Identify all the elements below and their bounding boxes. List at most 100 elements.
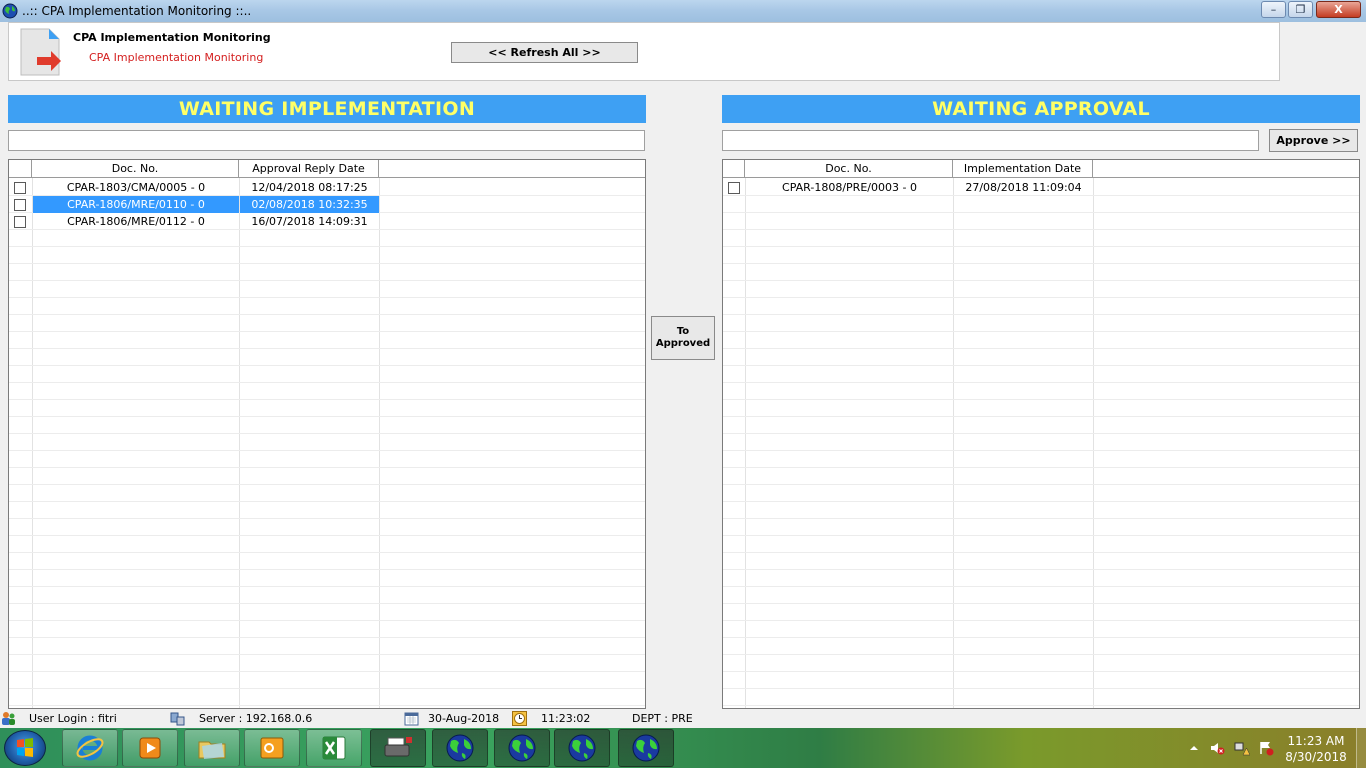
date-cell: 27/08/2018 11:09:04	[965, 181, 1082, 194]
tray-clock[interactable]: 11:23 AM 8/30/2018	[1284, 733, 1348, 765]
row-checkbox[interactable]	[14, 216, 26, 228]
folder-icon	[198, 741, 226, 759]
taskbar-windows-explorer[interactable]	[184, 729, 240, 767]
grid-header: Doc. No. Approval Reply Date	[9, 160, 645, 178]
date-status: 30-Aug-2018	[428, 712, 500, 725]
excel-icon	[322, 736, 346, 760]
dept-status: DEPT : PRE	[632, 712, 693, 725]
header-checkbox-column[interactable]	[9, 160, 32, 178]
column-doc-no[interactable]: Doc. No.	[32, 160, 239, 178]
taskbar-internet-explorer[interactable]	[62, 729, 118, 767]
waiting-approval-heading: WAITING APPROVAL	[722, 95, 1360, 123]
row-checkbox[interactable]	[728, 182, 740, 194]
grid-row-line	[9, 263, 645, 264]
taskbar-excel[interactable]	[306, 729, 362, 767]
grid-row-line	[723, 552, 1359, 553]
taskbar-cpa-app-3[interactable]	[554, 729, 610, 767]
row-checkbox[interactable]	[14, 182, 26, 194]
time-status: 11:23:02	[541, 712, 591, 725]
start-button[interactable]	[4, 730, 46, 766]
column-implementation-date[interactable]: Implementation Date	[953, 160, 1093, 178]
grid-row-line	[723, 467, 1359, 468]
table-row[interactable]: CPAR-1808/PRE/0003 - 0 27/08/2018 11:09:…	[723, 179, 1359, 196]
grid-row-line	[9, 382, 645, 383]
maximize-button[interactable]: ❐	[1288, 1, 1313, 18]
grid-row-line	[9, 637, 645, 638]
to-approved-button[interactable]: To Approved	[651, 316, 715, 360]
taskbar-printer[interactable]	[370, 729, 426, 767]
grid-row-line	[9, 705, 645, 706]
media-player-icon	[139, 737, 161, 759]
calendar-icon	[404, 712, 419, 726]
action-center-icon[interactable]	[1258, 740, 1274, 756]
grid-row-line	[9, 603, 645, 604]
grid-row-line	[723, 348, 1359, 349]
grid-row-line	[723, 620, 1359, 621]
taskbar-outlook[interactable]	[244, 729, 300, 767]
date-cell: 16/07/2018 14:09:31	[251, 215, 368, 228]
grid-row-line	[723, 603, 1359, 604]
grid-row-line	[723, 416, 1359, 417]
grid-row-line	[723, 280, 1359, 281]
doc-no-cell: CPAR-1808/PRE/0003 - 0	[782, 181, 917, 194]
show-desktop-button[interactable]	[1356, 728, 1366, 768]
window-title: ..:: CPA Implementation Monitoring ::..	[22, 4, 252, 18]
clock-date: 8/30/2018	[1285, 750, 1347, 764]
row-checkbox[interactable]	[14, 199, 26, 211]
taskbar: 11:23 AM 8/30/2018	[0, 728, 1366, 768]
approval-filter-input[interactable]	[722, 130, 1259, 151]
grid-row-line	[9, 246, 645, 247]
taskbar-cpa-app-4[interactable]	[618, 729, 674, 767]
grid-row-line	[9, 654, 645, 655]
grid-row-line	[9, 416, 645, 417]
grid-row-line	[723, 688, 1359, 689]
volume-muted-icon[interactable]	[1209, 740, 1225, 756]
users-icon	[2, 712, 15, 725]
grid-row-line	[723, 535, 1359, 536]
clock-icon	[512, 711, 527, 726]
grid-row-line	[723, 297, 1359, 298]
column-approval-reply-date[interactable]: Approval Reply Date	[239, 160, 379, 178]
document-arrow-icon	[20, 28, 61, 76]
grid-row-line	[723, 501, 1359, 502]
implementation-filter-input[interactable]	[8, 130, 645, 151]
grid-row-line	[723, 246, 1359, 247]
globe-icon	[446, 734, 474, 762]
approve-button[interactable]: Approve >>	[1269, 129, 1358, 152]
header-checkbox-column[interactable]	[723, 160, 745, 178]
grid-row-line	[9, 331, 645, 332]
printer-icon	[384, 737, 412, 757]
taskbar-media-player[interactable]	[122, 729, 178, 767]
minimize-button[interactable]: –	[1261, 1, 1286, 18]
header-subtitle: CPA Implementation Monitoring	[89, 51, 264, 64]
grid-row-line	[723, 399, 1359, 400]
taskbar-cpa-app-1[interactable]	[432, 729, 488, 767]
implementation-grid[interactable]: Doc. No. Approval Reply Date CPAR-1803/C…	[8, 159, 646, 709]
table-row[interactable]: CPAR-1806/MRE/0110 - 0 02/08/2018 10:32:…	[9, 196, 645, 213]
to-approved-label-line1: To	[676, 326, 690, 337]
table-row[interactable]: CPAR-1806/MRE/0112 - 0 16/07/2018 14:09:…	[9, 213, 645, 230]
title-bar: ..:: CPA Implementation Monitoring ::.. …	[0, 0, 1366, 22]
waiting-implementation-heading: WAITING IMPLEMENTATION	[8, 95, 646, 123]
windows-logo-icon	[17, 738, 33, 757]
tray-overflow-icon[interactable]	[1186, 740, 1202, 756]
taskbar-cpa-app-2[interactable]	[494, 729, 550, 767]
grid-header: Doc. No. Implementation Date	[723, 160, 1359, 178]
refresh-all-button[interactable]: << Refresh All >>	[451, 42, 638, 63]
grid-row-line	[723, 331, 1359, 332]
grid-row-line	[9, 433, 645, 434]
network-warning-icon[interactable]	[1234, 740, 1250, 756]
table-row[interactable]: CPAR-1803/CMA/0005 - 0 12/04/2018 08:17:…	[9, 179, 645, 196]
doc-no-cell: CPAR-1806/MRE/0112 - 0	[67, 215, 205, 228]
column-doc-no[interactable]: Doc. No.	[745, 160, 953, 178]
grid-row-line	[9, 586, 645, 587]
grid-row-line	[9, 552, 645, 553]
grid-row-line	[9, 467, 645, 468]
to-approved-label-line2: Approved	[655, 338, 711, 349]
grid-row-line	[9, 671, 645, 672]
grid-row-line	[9, 484, 645, 485]
clock-time: 11:23 AM	[1287, 734, 1345, 748]
approval-grid[interactable]: Doc. No. Implementation Date CPAR-1808/P…	[722, 159, 1360, 709]
close-button[interactable]: X	[1316, 1, 1361, 18]
grid-row-line	[9, 535, 645, 536]
